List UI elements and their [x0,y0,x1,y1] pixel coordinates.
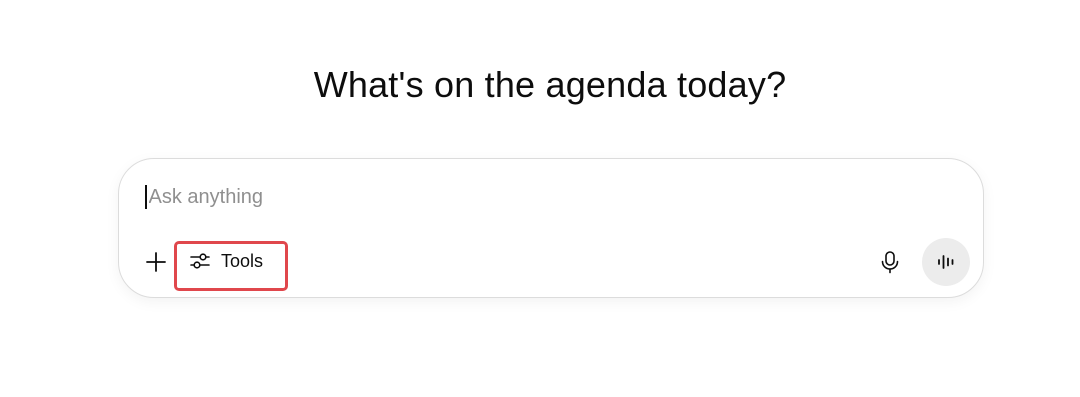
text-caret [145,185,147,209]
page: What's on the agenda today? Tools [0,0,1080,397]
dictate-button[interactable] [875,247,905,277]
tools-button[interactable]: Tools [175,243,275,279]
sliders-icon [190,253,210,269]
page-title: What's on the agenda today? [313,64,787,105]
voice-mode-button[interactable] [922,238,970,286]
prompt-input[interactable] [148,185,849,209]
voice-waveform-icon [938,255,954,269]
microphone-icon [881,251,899,274]
plus-icon [146,252,166,272]
composer: Tools [118,158,984,298]
prompt-area[interactable] [145,183,925,211]
tools-label: Tools [221,250,264,271]
add-button[interactable] [141,247,171,277]
